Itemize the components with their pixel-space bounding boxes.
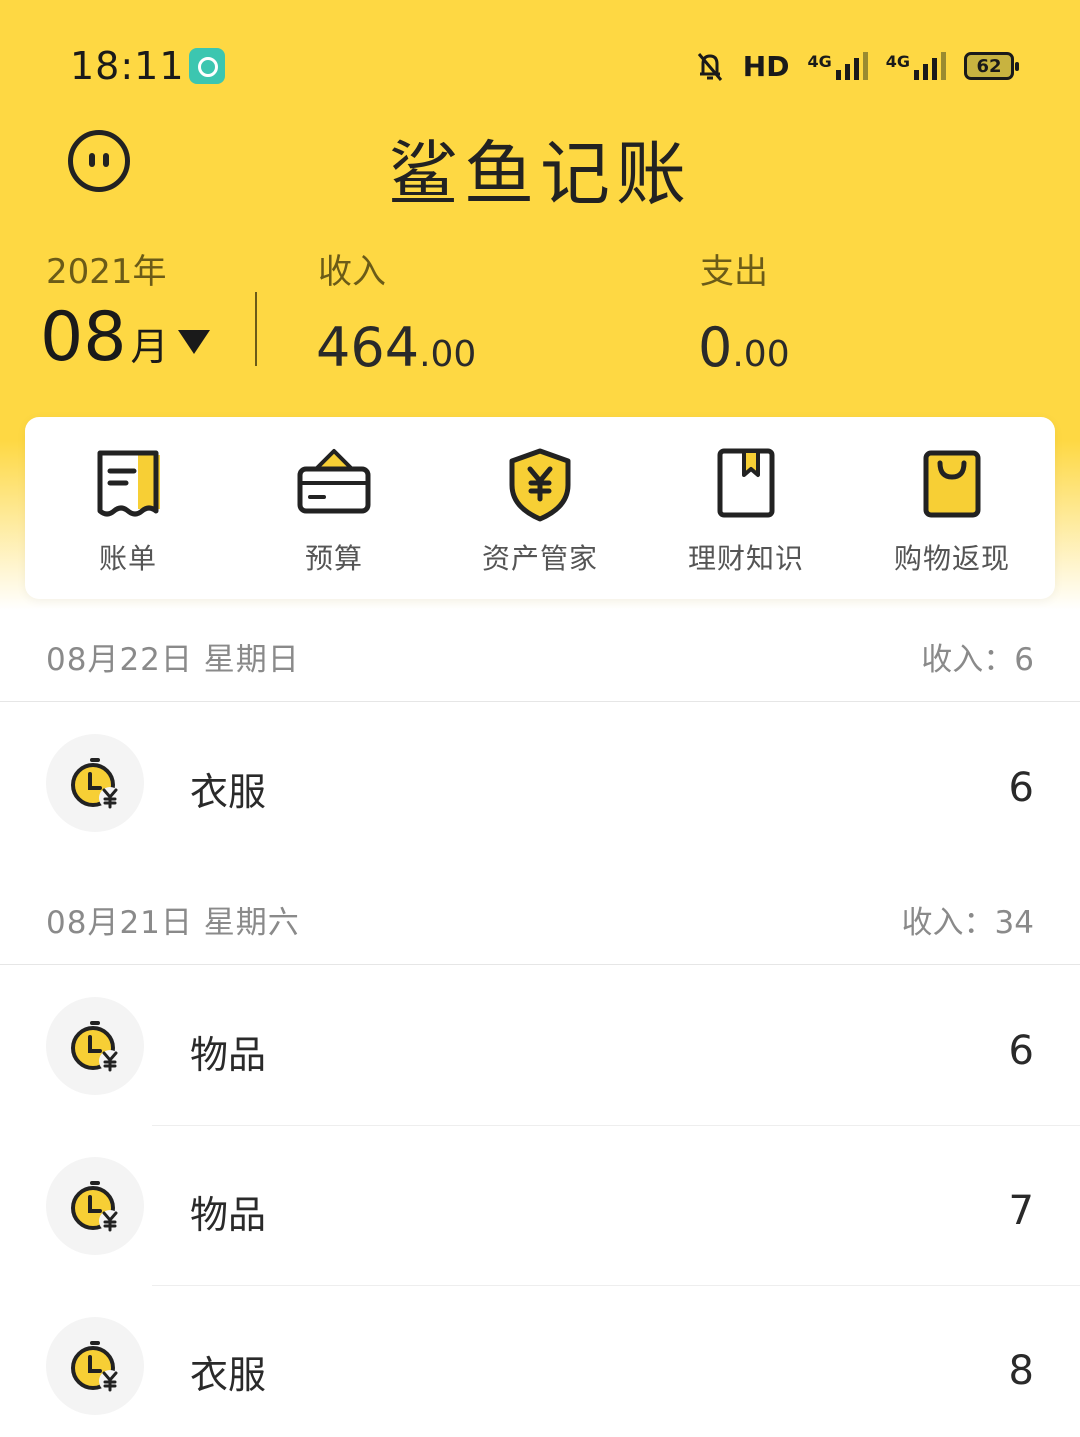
status-bar: 18:11 HD 4G 4G 62 (0, 0, 1080, 130)
caret-down-icon[interactable] (178, 330, 210, 354)
income-label: 收入 (318, 252, 386, 292)
clock-yuan-icon (71, 1021, 121, 1072)
year-label[interactable]: 2021年 (46, 244, 167, 293)
record-row[interactable]: 衣服 6 (0, 703, 1080, 863)
clock-yuan-icon (71, 758, 121, 809)
menu-label-assets: 资产管家 (481, 542, 598, 575)
menu-item-budget[interactable]: 预算 (231, 445, 437, 577)
menu-item-bill[interactable]: 账单 (25, 445, 231, 577)
category-icon-circle (46, 1317, 144, 1415)
record-row[interactable]: 物品 6 (0, 966, 1080, 1126)
day-income-summary: 收入：6 (921, 642, 1034, 678)
day-header: 08月21日 星期六 收入：34 (0, 863, 1080, 965)
signal-bars-2-icon (914, 52, 946, 80)
expense-value: 0.00 (698, 316, 790, 379)
signal-2: 4G (886, 52, 946, 80)
menu-label-budget: 预算 (304, 542, 363, 575)
month-unit: 月 (130, 325, 169, 369)
quick-menu: 账单 预算 资产管家 理财知识 购物返现 (25, 417, 1055, 599)
music-app-icon (189, 48, 225, 84)
app-title: 鲨鱼记账 (388, 133, 692, 215)
month-value: 08 (40, 298, 127, 377)
category-icon-circle (46, 734, 144, 832)
income-value: 464.00 (316, 316, 477, 379)
day-date: 08月21日 星期六 (46, 905, 300, 941)
expense-label: 支出 (700, 252, 768, 292)
category-icon-circle (46, 997, 144, 1095)
menu-label-finance: 理财知识 (687, 542, 804, 575)
month-selector[interactable]: 08 月 (40, 298, 169, 377)
menu-item-finance[interactable]: 理财知识 (643, 445, 849, 577)
record-row[interactable]: 衣服 8 (0, 1286, 1080, 1437)
status-time: 18:11 (70, 44, 185, 88)
day-date: 08月22日 星期日 (46, 642, 300, 678)
mute-bell-icon (697, 53, 722, 81)
record-amount: 6 (1008, 765, 1034, 811)
record-amount: 6 (1008, 1028, 1034, 1074)
clock-yuan-icon (71, 1341, 121, 1392)
shopping-bag-icon (923, 450, 981, 518)
battery-icon: 62 (964, 52, 1019, 80)
signal-1: 4G (807, 52, 868, 80)
signal-bars-1-icon (835, 52, 868, 80)
record-row[interactable]: 物品 7 (0, 1126, 1080, 1286)
bill-icon (97, 450, 160, 517)
record-amount: 8 (1008, 1348, 1034, 1394)
shield-yuan-icon (509, 448, 571, 522)
clock-yuan-icon (71, 1181, 121, 1232)
record-category: 物品 (190, 1033, 267, 1077)
day-header: 08月22日 星期日 收入：6 (0, 600, 1080, 702)
day-income-summary: 收入：34 (901, 905, 1034, 941)
menu-item-cashback[interactable]: 购物返现 (849, 445, 1055, 577)
wallet-icon (297, 449, 371, 514)
record-category: 衣服 (190, 1353, 267, 1397)
menu-label-cashback: 购物返现 (893, 542, 1010, 575)
status-indicators: HD 4G 4G 62 (695, 48, 1019, 84)
hd-indicator: HD (742, 49, 790, 83)
bookmark-book-icon (717, 448, 775, 518)
menu-item-assets[interactable]: 资产管家 (437, 445, 643, 577)
record-category: 物品 (190, 1193, 267, 1237)
category-icon-circle (46, 1157, 144, 1255)
record-amount: 7 (1008, 1188, 1034, 1234)
summary-divider (255, 292, 257, 366)
record-category: 衣服 (190, 770, 267, 814)
menu-label-bill: 账单 (98, 542, 157, 575)
